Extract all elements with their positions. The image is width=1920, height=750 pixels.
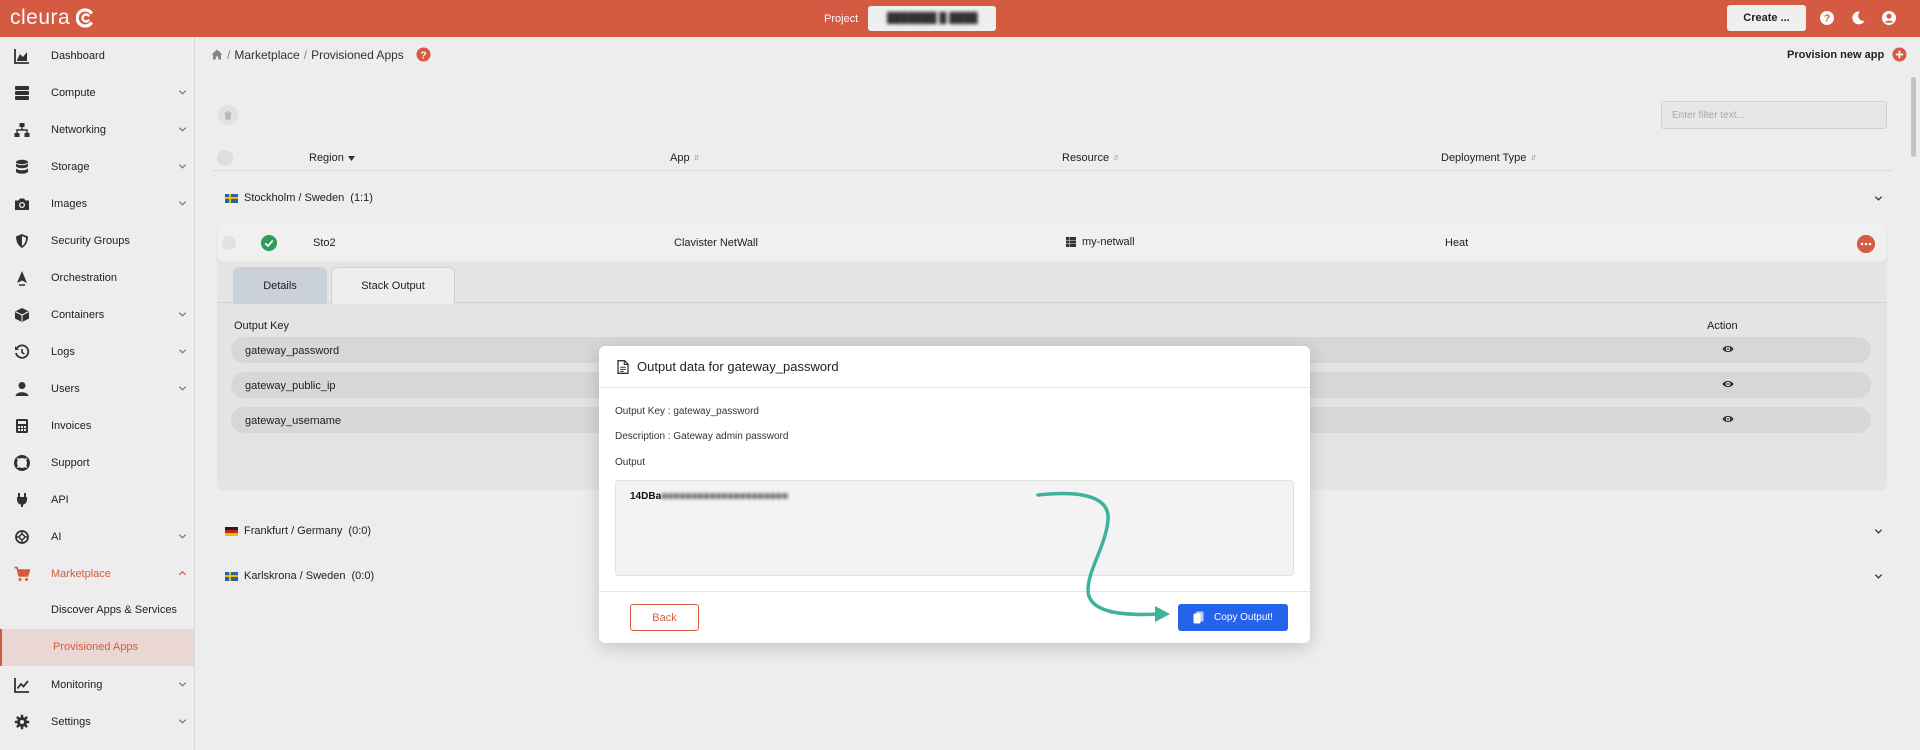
output-redacted: ■■■■■■■■■■■■■■■■■■■■■ bbox=[661, 491, 788, 502]
description-line: Description : Gateway admin password bbox=[615, 431, 789, 442]
output-visible: 14DBa bbox=[630, 491, 662, 502]
output-value: 14DBa■■■■■■■■■■■■■■■■■■■■■ bbox=[630, 491, 788, 502]
output-label: Output bbox=[615, 457, 646, 468]
dialog-header: Output data for gateway_password bbox=[599, 346, 1310, 388]
output-value-box[interactable]: 14DBa■■■■■■■■■■■■■■■■■■■■■ bbox=[615, 480, 1294, 576]
copy-icon bbox=[1193, 611, 1204, 624]
document-icon bbox=[617, 359, 629, 374]
output-key-line: Output Key : gateway_password bbox=[615, 406, 759, 417]
copy-output-label: Copy Output! bbox=[1214, 612, 1273, 623]
back-button[interactable]: Back bbox=[630, 604, 699, 631]
copy-output-button[interactable]: Copy Output! bbox=[1178, 604, 1288, 631]
dialog-title: Output data for gateway_password bbox=[637, 359, 839, 374]
dialog-divider bbox=[599, 591, 1310, 592]
output-data-dialog: Output data for gateway_password Output … bbox=[599, 346, 1310, 643]
